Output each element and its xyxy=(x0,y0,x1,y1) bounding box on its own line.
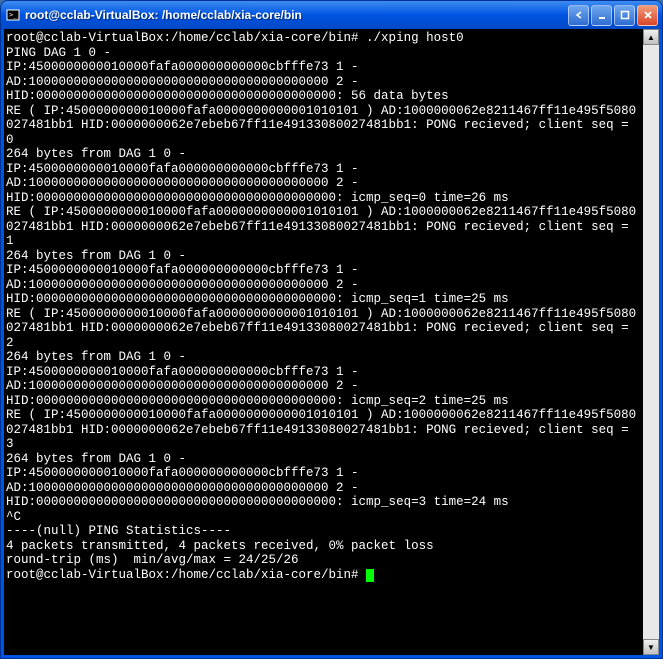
terminal-line: IP:4500000000010000fafa000000000000cbfff… xyxy=(6,365,641,380)
terminal-line: IP:4500000000010000fafa000000000000cbfff… xyxy=(6,60,641,75)
maximize-button[interactable] xyxy=(614,5,635,26)
terminal-line: AD:1000000000000000000000000000000000000… xyxy=(6,176,641,191)
terminal-prompt-line: root@cclab-VirtualBox:/home/cclab/xia-co… xyxy=(6,568,641,583)
vertical-scrollbar[interactable]: ▲ ▼ xyxy=(643,29,659,655)
scroll-track[interactable] xyxy=(643,45,659,639)
svg-text:>_: >_ xyxy=(9,11,18,19)
terminal-line: AD:1000000000000000000000000000000000000… xyxy=(6,481,641,496)
terminal-line: 264 bytes from DAG 1 0 - xyxy=(6,350,641,365)
terminal-line: HID:000000000000000000000000000000000000… xyxy=(6,292,641,307)
titlebar[interactable]: >_ root@cclab-VirtualBox: /home/cclab/xi… xyxy=(1,1,662,29)
terminal-line: 264 bytes from DAG 1 0 - xyxy=(6,147,641,162)
terminal-line: RE ( IP:4500000000010000fafa000000000000… xyxy=(6,408,641,452)
terminal-output[interactable]: root@cclab-VirtualBox:/home/cclab/xia-co… xyxy=(4,29,643,655)
terminal-line: IP:4500000000010000fafa000000000000cbfff… xyxy=(6,263,641,278)
terminal-line: ----(null) PING Statistics---- xyxy=(6,524,641,539)
terminal-line: AD:1000000000000000000000000000000000000… xyxy=(6,379,641,394)
terminal-line: IP:4500000000010000fafa000000000000cbfff… xyxy=(6,466,641,481)
close-button[interactable] xyxy=(637,5,658,26)
terminal-line: HID:000000000000000000000000000000000000… xyxy=(6,89,641,104)
terminal-line: HID:000000000000000000000000000000000000… xyxy=(6,191,641,206)
terminal-window: >_ root@cclab-VirtualBox: /home/cclab/xi… xyxy=(0,0,663,659)
terminal-container: root@cclab-VirtualBox:/home/cclab/xia-co… xyxy=(1,29,662,658)
terminal-line: HID:000000000000000000000000000000000000… xyxy=(6,394,641,409)
terminal-line: 264 bytes from DAG 1 0 - xyxy=(6,452,641,467)
terminal-line: AD:1000000000000000000000000000000000000… xyxy=(6,75,641,90)
terminal-line: PING DAG 1 0 - xyxy=(6,46,641,61)
terminal-line: RE ( IP:4500000000010000fafa000000000000… xyxy=(6,104,641,148)
cursor-icon xyxy=(366,569,374,582)
terminal-line: HID:000000000000000000000000000000000000… xyxy=(6,495,641,510)
window-title: root@cclab-VirtualBox: /home/cclab/xia-c… xyxy=(25,8,568,22)
scroll-up-arrow[interactable]: ▲ xyxy=(643,29,659,45)
scroll-down-arrow[interactable]: ▼ xyxy=(643,639,659,655)
terminal-line: RE ( IP:4500000000010000fafa000000000000… xyxy=(6,307,641,351)
terminal-line: 4 packets transmitted, 4 packets receive… xyxy=(6,539,641,554)
terminal-icon: >_ xyxy=(5,7,21,23)
terminal-line: ^C xyxy=(6,510,641,525)
extra-button[interactable] xyxy=(568,5,589,26)
minimize-button[interactable] xyxy=(591,5,612,26)
terminal-line: RE ( IP:4500000000010000fafa000000000000… xyxy=(6,205,641,249)
terminal-line: IP:4500000000010000fafa000000000000cbfff… xyxy=(6,162,641,177)
terminal-line: 264 bytes from DAG 1 0 - xyxy=(6,249,641,264)
terminal-line: AD:1000000000000000000000000000000000000… xyxy=(6,278,641,293)
terminal-line: round-trip (ms) min/avg/max = 24/25/26 xyxy=(6,553,641,568)
terminal-line: root@cclab-VirtualBox:/home/cclab/xia-co… xyxy=(6,31,641,46)
window-controls xyxy=(568,5,658,26)
